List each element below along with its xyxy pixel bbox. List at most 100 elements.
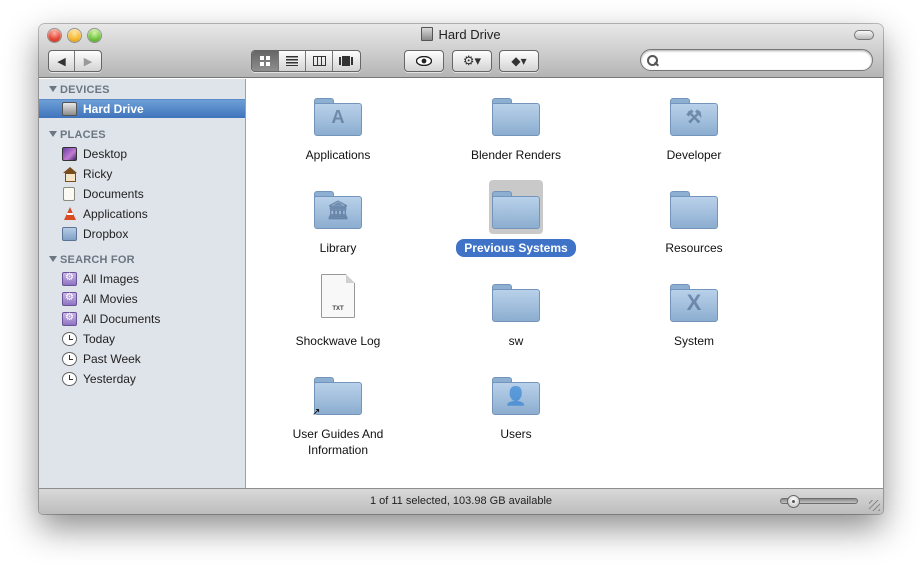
file-item-label: Developer xyxy=(666,148,722,162)
sidebar-item-label: Hard Drive xyxy=(83,102,144,116)
developer-folder-icon: ⚒ xyxy=(667,87,721,141)
file-item-label: sw xyxy=(508,334,524,348)
clock-icon xyxy=(62,371,77,386)
sidebar-item-today[interactable]: Today xyxy=(39,329,245,348)
icon-view-button[interactable] xyxy=(252,51,279,71)
view-mode-control xyxy=(251,50,361,72)
folder-icon xyxy=(667,180,721,234)
devices-header-label: DEVICES xyxy=(60,84,110,96)
file-item-label: User Guides And Information xyxy=(292,427,384,457)
dropbox-icon: ◆▾ xyxy=(511,54,527,68)
icon-grid: A Applications Blender Renders ⚒ Develop… xyxy=(247,79,883,488)
file-item-sw[interactable]: sw xyxy=(436,273,596,350)
gear-icon: ⚙▾ xyxy=(462,53,482,68)
places-header[interactable]: PLACES xyxy=(49,129,106,141)
system-folder-icon: X xyxy=(667,273,721,327)
back-forward-control: ◀ ▶ xyxy=(48,50,102,72)
toolbar: Hard Drive ◀ ▶ ⚙▾ ◆▾ xyxy=(39,24,883,78)
toolbar-toggle-button[interactable] xyxy=(854,30,874,40)
search-field[interactable] xyxy=(640,49,873,71)
search-icon xyxy=(647,54,658,66)
folder-icon xyxy=(489,87,543,141)
sidebar-item-label: Documents xyxy=(83,186,144,201)
list-view-icon xyxy=(286,56,298,66)
file-item-system[interactable]: X System xyxy=(614,273,774,350)
text-document-icon: TXT xyxy=(311,273,365,327)
sidebar-item-yesterday[interactable]: Yesterday xyxy=(39,369,245,388)
library-folder-icon: 🏛 xyxy=(311,180,365,234)
coverflow-view-button[interactable] xyxy=(333,51,360,71)
sidebar-item-label: Dropbox xyxy=(83,226,129,241)
file-item-label: Users xyxy=(500,427,532,441)
window-title-text: Hard Drive xyxy=(438,27,501,42)
sidebar: DEVICES Hard Drive PLACES Desktop Ricky … xyxy=(39,79,246,488)
file-item-user-guides[interactable]: ↗ User Guides And Information xyxy=(258,366,418,459)
smart-folder-icon xyxy=(62,311,77,326)
clock-icon xyxy=(62,331,77,346)
file-item-label: Applications xyxy=(305,148,371,162)
home-icon xyxy=(62,166,77,182)
sidebar-item-all-images[interactable]: All Images xyxy=(39,269,245,288)
quick-look-button[interactable] xyxy=(405,51,443,71)
smart-folder-icon xyxy=(62,291,77,306)
sidebar-item-applications[interactable]: Applications xyxy=(39,204,245,223)
sidebar-item-all-movies[interactable]: All Movies xyxy=(39,289,245,308)
file-item-label: System xyxy=(673,334,714,348)
smart-folder-icon xyxy=(62,271,77,286)
folder-icon xyxy=(489,180,543,234)
file-item-library[interactable]: 🏛 Library xyxy=(258,180,418,257)
sidebar-item-label: All Images xyxy=(83,271,140,286)
search-input[interactable] xyxy=(664,53,854,67)
status-text: 1 of 11 selected, 103.98 GB available xyxy=(369,495,553,507)
file-item-previous-systems[interactable]: Previous Systems xyxy=(436,180,596,257)
sidebar-item-past-week[interactable]: Past Week xyxy=(39,349,245,368)
slider-knob[interactable] xyxy=(787,495,800,508)
alias-arrow-icon: ↗ xyxy=(312,407,321,418)
search-for-header[interactable]: SEARCH FOR xyxy=(49,254,135,266)
applications-folder-icon: A xyxy=(311,87,365,141)
devices-header[interactable]: DEVICES xyxy=(49,84,110,96)
sidebar-item-dropbox[interactable]: Dropbox xyxy=(39,224,245,243)
file-item-applications[interactable]: A Applications xyxy=(258,87,418,164)
applications-icon xyxy=(62,206,77,221)
sidebar-item-desktop[interactable]: Desktop xyxy=(39,144,245,163)
sidebar-item-all-documents[interactable]: All Documents xyxy=(39,309,245,328)
forward-button[interactable]: ▶ xyxy=(75,51,101,71)
file-item-label: Blender Renders xyxy=(470,148,562,162)
sidebar-item-label: Ricky xyxy=(83,166,113,181)
icon-size-slider[interactable] xyxy=(780,495,858,508)
documents-icon xyxy=(63,186,75,201)
sidebar-item-label: All Movies xyxy=(83,291,138,306)
sidebar-item-documents[interactable]: Documents xyxy=(39,184,245,203)
dropbox-folder-icon xyxy=(62,226,77,241)
back-arrow-icon: ◀ xyxy=(57,55,66,68)
dropbox-menu-button[interactable]: ◆▾ xyxy=(500,51,538,71)
resize-grip-icon[interactable] xyxy=(869,500,880,511)
file-item-label: Previous Systems xyxy=(456,239,576,257)
eye-icon xyxy=(416,56,432,66)
search-for-header-label: SEARCH FOR xyxy=(60,254,135,266)
finder-window: Hard Drive ◀ ▶ ⚙▾ ◆▾ DEVICES Hard Drive … xyxy=(39,24,883,514)
sidebar-item-label: Applications xyxy=(83,206,148,221)
sidebar-item-label: Desktop xyxy=(83,146,128,161)
clock-icon xyxy=(62,351,77,366)
action-control: ⚙▾ xyxy=(452,50,492,72)
sidebar-item-hard-drive[interactable]: Hard Drive xyxy=(39,99,245,118)
file-item-users[interactable]: 👤 Users xyxy=(436,366,596,443)
file-item-developer[interactable]: ⚒ Developer xyxy=(614,87,774,164)
disclosure-triangle-icon xyxy=(49,86,57,92)
users-folder-icon: 👤 xyxy=(489,366,543,420)
file-item-blender-renders[interactable]: Blender Renders xyxy=(436,87,596,164)
column-view-button[interactable] xyxy=(306,51,333,71)
status-bar: 1 of 11 selected, 103.98 GB available xyxy=(39,488,883,514)
folder-icon xyxy=(489,273,543,327)
file-item-shockwave-log[interactable]: TXT Shockwave Log xyxy=(258,273,418,350)
sidebar-item-label: Today xyxy=(83,331,116,346)
back-button[interactable]: ◀ xyxy=(49,51,76,71)
sidebar-item-ricky[interactable]: Ricky xyxy=(39,164,245,183)
window-title: Hard Drive xyxy=(39,27,883,42)
action-menu-button[interactable]: ⚙▾ xyxy=(453,51,491,71)
list-view-button[interactable] xyxy=(279,51,306,71)
coverflow-view-icon xyxy=(339,56,354,66)
file-item-resources[interactable]: Resources xyxy=(614,180,774,257)
